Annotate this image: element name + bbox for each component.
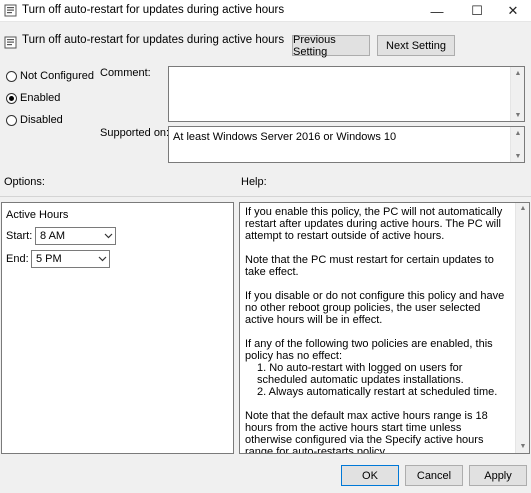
radio-label: Disabled [20, 114, 63, 126]
end-label: End: [6, 253, 29, 265]
radio-label: Not Configured [20, 70, 94, 82]
chevron-down-icon [95, 256, 109, 262]
comment-scrollbar[interactable]: ▲ ▼ [510, 67, 524, 121]
cancel-button[interactable]: Cancel [405, 465, 463, 486]
radio-not-configured[interactable]: Not Configured [6, 70, 94, 82]
next-setting-button[interactable]: Next Setting [377, 35, 455, 56]
previous-setting-button[interactable]: Previous Setting [292, 34, 370, 58]
help-list-item: 1. No auto-restart with logged on users … [257, 362, 464, 386]
divider [0, 196, 531, 197]
radio-selected-dot [9, 95, 14, 101]
policy-setting-icon [4, 4, 17, 17]
start-select[interactable]: 8 AM [35, 227, 116, 245]
help-label: Help: [241, 176, 267, 188]
comment-field[interactable]: ▲ ▼ [168, 66, 525, 122]
policy-title: Turn off auto-restart for updates during… [22, 34, 285, 46]
start-value: 8 AM [40, 230, 66, 242]
radio-label: Enabled [20, 92, 61, 104]
close-button[interactable]: ✕ [494, 0, 531, 22]
scroll-down-icon[interactable]: ▼ [511, 109, 525, 121]
window-title: Turn off auto-restart for updates during… [22, 4, 285, 16]
end-value: 5 PM [36, 253, 62, 265]
chevron-down-icon [101, 233, 115, 239]
radio-circle[interactable] [6, 70, 17, 82]
help-paragraph: If you disable or do not configure this … [245, 290, 505, 326]
help-paragraph: If you enable this policy, the PC will n… [245, 206, 503, 242]
end-select[interactable]: 5 PM [31, 250, 110, 268]
radio-circle[interactable] [6, 114, 17, 126]
ok-button[interactable]: OK [341, 465, 399, 486]
supported-scrollbar[interactable]: ▲ ▼ [510, 127, 524, 162]
radio-enabled[interactable]: Enabled [6, 92, 60, 104]
supported-on-label: Supported on: [100, 127, 170, 139]
scroll-up-icon[interactable]: ▲ [516, 203, 529, 215]
supported-on-field: At least Windows Server 2016 or Windows … [168, 126, 525, 163]
comment-label: Comment: [100, 67, 151, 79]
help-paragraph: Note that the default max active hours r… [245, 410, 488, 454]
help-paragraph: If any of the following two policies are… [245, 338, 493, 362]
help-scrollbar[interactable]: ▲ ▼ [515, 203, 529, 453]
scroll-up-icon[interactable]: ▲ [511, 127, 525, 139]
supported-on-value: At least Windows Server 2016 or Windows … [173, 131, 397, 143]
maximize-button[interactable]: ☐ [458, 0, 496, 22]
radio-disabled[interactable]: Disabled [6, 114, 63, 126]
start-label: Start: [6, 230, 33, 242]
active-hours-title: Active Hours [6, 209, 69, 221]
options-label: Options: [4, 176, 45, 188]
help-panel: If you enable this policy, the PC will n… [239, 202, 530, 454]
help-list-item: 2. Always automatically restart at sched… [257, 386, 498, 398]
scroll-down-icon[interactable]: ▼ [511, 150, 525, 162]
apply-button[interactable]: Apply [469, 465, 527, 486]
minimize-button[interactable]: — [418, 0, 456, 22]
radio-circle[interactable] [6, 92, 17, 104]
scroll-down-icon[interactable]: ▼ [516, 441, 529, 453]
policy-icon [4, 36, 17, 49]
help-paragraph: Note that the PC must restart for certai… [245, 254, 494, 278]
scroll-up-icon[interactable]: ▲ [511, 67, 525, 79]
